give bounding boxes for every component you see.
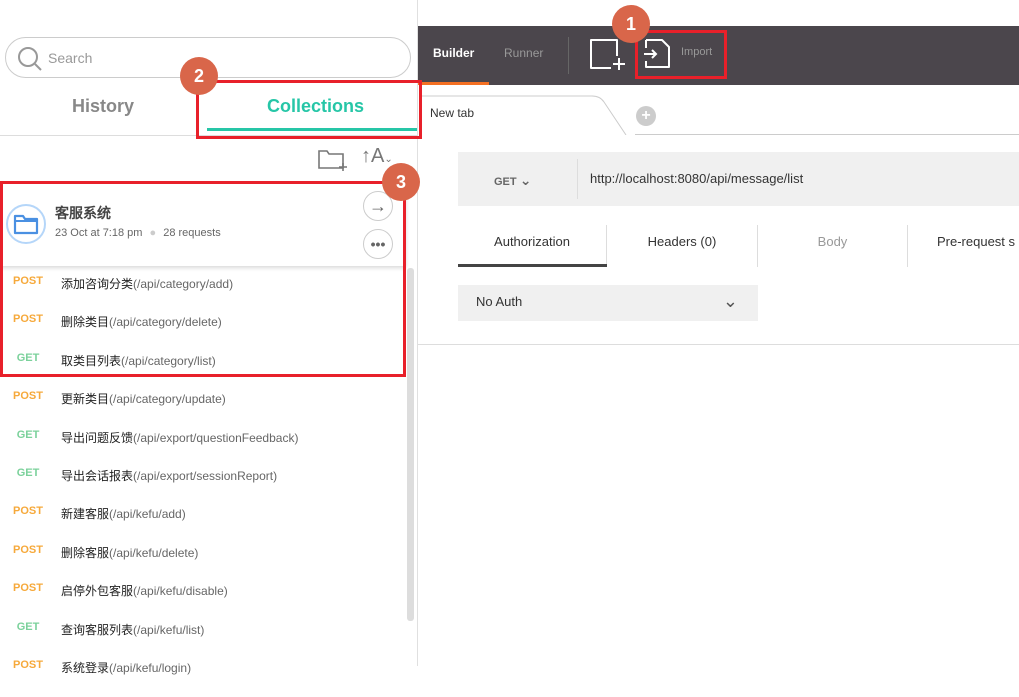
request-title: 删除客服 — [61, 545, 110, 560]
request-path: (/api/kefu/delete) — [109, 545, 199, 560]
request-title: 更新类目 — [61, 392, 110, 407]
request-tab-title: New tab — [430, 106, 475, 120]
request-title: 启停外包客服 — [61, 584, 134, 599]
annotation-box-collections — [196, 80, 422, 139]
new-window-icon[interactable] — [589, 38, 627, 70]
request-item[interactable]: GET 导出会话报表(/api/export/sessionReport) — [0, 467, 405, 505]
request-item[interactable]: POST 新建客服(/api/kefu/add) — [0, 505, 405, 543]
request-name: 系统登录(/api/kefu/login) — [61, 659, 191, 676]
request-path: (/api/export/questionFeedback) — [133, 430, 299, 445]
request-title: 系统登录 — [61, 661, 110, 675]
request-tab[interactable]: New tab — [420, 93, 635, 135]
request-name: 查询客服列表(/api/kefu/list) — [61, 621, 204, 638]
request-title: 导出会话报表 — [61, 469, 134, 483]
active-subtab-underline — [458, 264, 607, 267]
request-item[interactable]: POST 更新类目(/api/category/update) — [0, 390, 405, 428]
subtab-body[interactable]: Body — [758, 225, 908, 267]
request-path: (/api/kefu/add) — [109, 507, 186, 522]
method-value: GET — [494, 176, 517, 188]
method-badge: POST — [13, 390, 43, 403]
subtab-pre-request-script[interactable]: Pre-request s — [908, 225, 1019, 267]
request-name: 更新类目(/api/category/update) — [61, 390, 226, 407]
divider — [418, 344, 1019, 345]
runner-tab[interactable]: Runner — [504, 46, 543, 60]
subtab-headers[interactable]: Headers (0) — [607, 225, 758, 267]
method-badge: POST — [13, 582, 43, 595]
request-name: 导出问题反馈(/api/export/questionFeedback) — [61, 429, 298, 446]
request-name: 启停外包客服(/api/kefu/disable) — [61, 582, 228, 599]
request-title: 导出问题反馈 — [61, 430, 134, 445]
subtab-authorization[interactable]: Authorization — [458, 225, 607, 267]
toolbar-divider — [568, 37, 569, 74]
auth-type-select[interactable]: No Auth ⌄ — [458, 285, 758, 321]
add-tab-icon[interactable]: + — [636, 106, 656, 126]
tab-history[interactable]: History — [72, 96, 134, 117]
method-badge: GET — [16, 467, 40, 479]
search-placeholder: Search — [48, 50, 93, 66]
request-name: 新建客服(/api/kefu/add) — [61, 505, 186, 522]
request-path: (/api/category/update) — [109, 392, 226, 407]
annotation-box-import — [635, 30, 727, 79]
tab-bar-line — [635, 134, 1019, 135]
builder-tab[interactable]: Builder — [433, 46, 474, 60]
request-path: (/api/kefu/login) — [109, 661, 192, 675]
request-path: (/api/export/sessionReport) — [133, 469, 278, 483]
method-badge: POST — [13, 543, 43, 556]
annotation-badge-1: 1 — [612, 5, 650, 43]
url-input[interactable]: http://localhost:8080/api/message/list — [590, 171, 803, 186]
sort-icon[interactable]: ↑A⌄ — [361, 145, 393, 168]
chevron-down-icon: ⌄ — [519, 172, 532, 188]
divider — [577, 159, 578, 199]
request-name: 导出会话报表(/api/export/sessionReport) — [61, 467, 277, 484]
search-icon — [18, 47, 42, 71]
auth-type-value: No Auth — [476, 294, 523, 309]
request-item[interactable]: POST 删除客服(/api/kefu/delete) — [0, 544, 405, 582]
request-title: 新建客服 — [61, 507, 110, 522]
request-item[interactable]: POST 系统登录(/api/kefu/login) — [0, 659, 405, 697]
request-path: (/api/kefu/disable) — [133, 584, 228, 599]
method-select[interactable]: GET ⌄ — [494, 172, 531, 189]
builder-underline — [418, 82, 489, 85]
annotation-badge-2: 2 — [180, 57, 218, 95]
method-badge: POST — [13, 659, 43, 671]
method-badge: POST — [13, 505, 43, 518]
request-name: 删除客服(/api/kefu/delete) — [61, 544, 198, 561]
request-path: (/api/kefu/list) — [133, 622, 205, 637]
new-collection-icon[interactable] — [317, 147, 349, 171]
method-badge: GET — [16, 620, 40, 633]
chevron-down-icon: ⌄ — [722, 291, 738, 311]
request-item[interactable]: GET 查询客服列表(/api/kefu/list) — [0, 621, 405, 659]
request-title: 查询客服列表 — [61, 622, 134, 637]
request-item[interactable]: POST 启停外包客服(/api/kefu/disable) — [0, 582, 405, 620]
scrollbar[interactable] — [407, 268, 414, 621]
method-badge: GET — [16, 428, 40, 441]
annotation-badge-3: 3 — [382, 163, 420, 201]
request-item[interactable]: GET 导出问题反馈(/api/export/questionFeedback) — [0, 429, 405, 467]
annotation-box-collection — [0, 181, 406, 377]
